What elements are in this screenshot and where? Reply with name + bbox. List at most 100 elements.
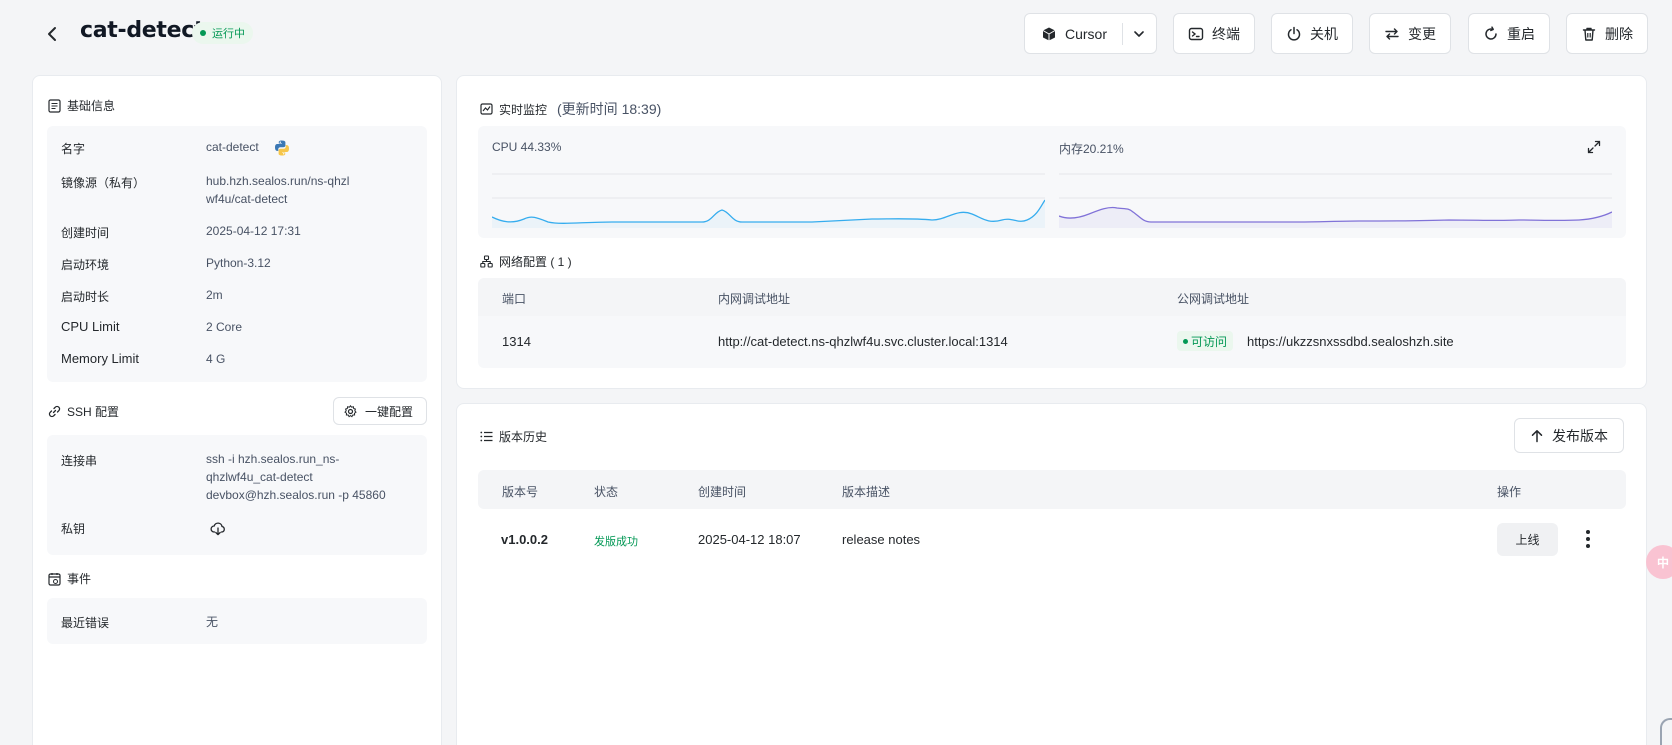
version-title: 版本历史 (480, 428, 547, 445)
page-header: cat-detect 运行中 Cursor 终端 关机 变更 重启 删除 (0, 0, 1672, 68)
network-port: 1314 (502, 334, 531, 349)
divider (1122, 23, 1123, 45)
last-error-label: 最近错误 (61, 616, 110, 630)
cloud-download-icon[interactable] (210, 521, 226, 536)
network-icon (480, 255, 493, 268)
one-click-config-label: 一键配置 (365, 404, 414, 419)
swap-icon (1385, 27, 1399, 40)
restart-button[interactable]: 重启 (1468, 13, 1550, 54)
cpu-usage-label: CPU 44.33% (492, 140, 562, 154)
trash-icon (1582, 27, 1596, 41)
ssh-conn-label: 连接串 (61, 454, 98, 468)
publish-version-label: 发布版本 (1552, 427, 1608, 444)
change-label: 变更 (1408, 25, 1436, 42)
info-value-name: cat-detect (206, 140, 259, 154)
memory-sparkline (1059, 173, 1612, 228)
status-text: 运行中 (212, 28, 245, 40)
ssh-conn-value[interactable]: ssh -i hzh.sealos.run_ns-qhzlwf4u_cat-de… (206, 450, 411, 504)
info-label-memory: Memory Limit (61, 351, 140, 366)
monitor-title: 实时监控 (更新时间 18:39) (480, 99, 661, 119)
access-badge: 可访问 (1177, 331, 1234, 351)
version-table-header (478, 470, 1626, 509)
version-header-created: 创建时间 (698, 485, 747, 499)
status-dot-icon (200, 30, 206, 36)
events-title: 事件 (48, 570, 91, 587)
one-click-config-button[interactable]: 一键配置 (333, 397, 427, 425)
events-title-text: 事件 (67, 572, 92, 586)
publish-version-button[interactable]: 发布版本 (1514, 418, 1624, 453)
back-icon[interactable] (40, 22, 64, 46)
restart-label: 重启 (1507, 25, 1535, 42)
link-icon (48, 405, 61, 418)
cube-icon (1042, 27, 1056, 40)
access-dot-icon (1183, 338, 1188, 344)
info-value-created: 2025-04-12 17:31 (206, 224, 301, 238)
ssh-key-label: 私钥 (61, 522, 86, 536)
basic-info-title: 基础信息 (48, 97, 115, 114)
version-status: 发版成功 (594, 536, 638, 548)
version-header-desc: 版本描述 (842, 485, 891, 499)
ide-select-button[interactable]: Cursor (1024, 13, 1157, 54)
network-internal-url[interactable]: http://cat-detect.ns-qhzlwf4u.svc.cluste… (718, 334, 1008, 349)
last-error-value: 无 (206, 615, 219, 629)
version-title-text: 版本历史 (499, 430, 548, 444)
power-icon (1287, 26, 1301, 41)
version-header-status: 状态 (594, 485, 619, 499)
arrow-up-icon (1531, 429, 1543, 442)
ssh-title: SSH 配置 (48, 403, 119, 420)
network-header-public: 公网调试地址 (1177, 292, 1250, 306)
network-title: 网络配置 ( 1 ) (480, 253, 572, 270)
monitor-title-text: 实时监控 (499, 102, 548, 117)
calendar-clock-icon (48, 572, 61, 586)
online-button[interactable]: 上线 (1497, 523, 1558, 556)
cpu-sparkline (492, 173, 1045, 228)
delete-button[interactable]: 删除 (1566, 13, 1648, 54)
corner-handle[interactable] (1660, 718, 1672, 745)
info-value-image: hub.hzh.sealos.run/ns-qhzlwf4u/cat-detec… (206, 174, 350, 206)
assistant-bubble-icon[interactable]: 中 (1646, 545, 1672, 579)
terminal-label: 终端 (1212, 25, 1240, 42)
version-panel (456, 403, 1647, 745)
python-icon (275, 140, 289, 156)
shutdown-button[interactable]: 关机 (1271, 13, 1353, 54)
version-number: v1.0.0.2 (501, 532, 548, 547)
more-options-icon[interactable] (1580, 526, 1596, 552)
shutdown-label: 关机 (1310, 25, 1338, 42)
memory-usage-label: 内存20.21% (1059, 142, 1124, 156)
page-title: cat-detect (80, 18, 205, 43)
info-label-uptime: 启动时长 (61, 290, 110, 304)
change-button[interactable]: 变更 (1369, 13, 1451, 54)
info-label-image: 镜像源（私有） (61, 176, 146, 190)
monitor-updated-time: (更新时间 18:39) (557, 101, 662, 117)
access-text: 可访问 (1191, 334, 1228, 349)
ssh-title-text: SSH 配置 (67, 405, 120, 419)
delete-label: 删除 (1605, 25, 1633, 42)
monitor-chart-icon (480, 103, 493, 115)
info-value-cpu: 2 Core (206, 320, 243, 334)
basic-info-title-text: 基础信息 (67, 99, 116, 113)
ide-label: Cursor (1065, 25, 1108, 42)
network-header-port: 端口 (502, 292, 527, 306)
info-value-uptime: 2m (206, 288, 223, 302)
chevron-down-icon[interactable] (1131, 26, 1147, 42)
version-created: 2025-04-12 18:07 (698, 532, 801, 547)
terminal-icon (1188, 27, 1204, 40)
expand-icon[interactable] (1587, 140, 1601, 154)
restart-icon (1485, 25, 1497, 40)
gear-icon (344, 404, 357, 417)
status-badge: 运行中 (192, 22, 253, 44)
version-description: release notes (842, 532, 921, 547)
info-label-cpu: CPU Limit (61, 319, 120, 334)
network-header-internal: 内网调试地址 (718, 292, 791, 306)
info-label-name: 名字 (61, 142, 86, 156)
network-table-row (478, 316, 1626, 368)
info-value-memory: 4 G (206, 352, 226, 366)
terminal-button[interactable]: 终端 (1173, 13, 1255, 54)
network-public-url[interactable]: https://ukzzsnxssdbd.sealoshzh.site (1247, 334, 1454, 349)
network-title-text: 网络配置 ( 1 ) (499, 255, 572, 269)
version-header-action: 操作 (1497, 485, 1522, 499)
info-label-created: 创建时间 (61, 226, 110, 240)
info-label-env: 启动环境 (61, 258, 110, 272)
version-header-version: 版本号 (502, 485, 539, 499)
info-value-env: Python-3.12 (206, 256, 271, 270)
